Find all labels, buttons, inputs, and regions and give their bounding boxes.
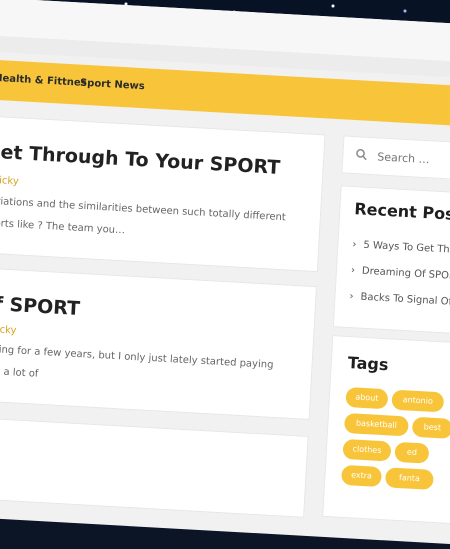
- chevron-right-icon: ›: [352, 239, 357, 251]
- post-title[interactable]: Of SPORT: [0, 292, 81, 320]
- recent-post-item[interactable]: › Dreaming Of SPORT: [351, 265, 450, 282]
- nav-item-sport-news[interactable]: Sport News: [80, 78, 145, 93]
- website-page: Health & Fittnes Sport News Get Through …: [0, 0, 450, 546]
- chevron-right-icon: ›: [349, 291, 354, 303]
- nav-item-health-fitness[interactable]: Health & Fittnes: [0, 73, 87, 89]
- post-excerpt: tanding for a few years, but I only just…: [0, 343, 274, 380]
- post-excerpt: variations and the similarities between …: [0, 195, 287, 237]
- search-widget: [341, 135, 450, 183]
- tag-chip[interactable]: about: [345, 386, 389, 410]
- tags-title: Tags: [347, 353, 389, 375]
- search-icon: [356, 149, 367, 161]
- post-card: Of SPORT micky tanding for a few years, …: [0, 267, 318, 420]
- recent-posts-widget: Recent Posts ›5 Ways To Get Through To Y…: [332, 185, 450, 337]
- search-input[interactable]: [374, 146, 450, 174]
- tag-chip[interactable]: basketball: [343, 412, 409, 437]
- post-author[interactable]: micky: [0, 324, 17, 337]
- recent-post-item[interactable]: ›Backs To Signal Of SPORT: [349, 291, 450, 310]
- post-author[interactable]: micky: [0, 175, 19, 188]
- tag-chip[interactable]: extra: [340, 464, 383, 488]
- recent-post-item[interactable]: ›5 Ways To Get Through To Your SPORT: [352, 239, 450, 261]
- post-card: [0, 416, 309, 518]
- tags-widget: Tags about antonio basketball best cloth…: [322, 335, 450, 526]
- perspective-stage: Health & Fittnes Sport News Get Through …: [0, 0, 450, 546]
- post-title[interactable]: Get Through To Your SPORT: [0, 140, 281, 178]
- tag-chip[interactable]: antonio: [391, 389, 445, 413]
- tag-chip[interactable]: clothes: [342, 438, 392, 462]
- tag-chip[interactable]: ed: [394, 441, 430, 464]
- post-card: Get Through To Your SPORT micky variatio…: [0, 115, 326, 273]
- tag-chip[interactable]: best: [411, 416, 450, 439]
- recent-posts-title: Recent Posts: [353, 199, 450, 225]
- tag-chip[interactable]: fanta: [384, 467, 434, 490]
- chevron-right-icon: ›: [350, 265, 356, 277]
